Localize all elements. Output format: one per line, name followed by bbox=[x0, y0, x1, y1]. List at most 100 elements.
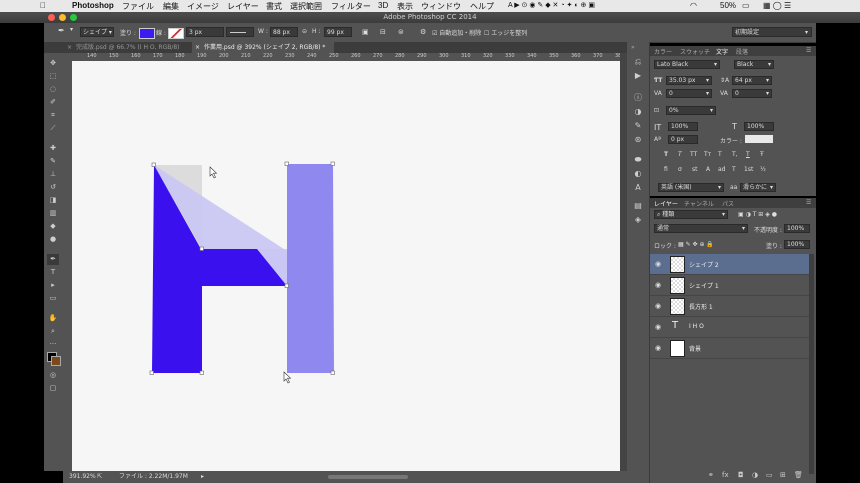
mask-icon[interactable]: ◘ bbox=[738, 471, 744, 479]
menu-edit[interactable]: 編集 bbox=[163, 1, 179, 12]
adjustments-icon[interactable]: ◑ bbox=[632, 106, 644, 117]
path-select-icon[interactable]: ▸ bbox=[47, 280, 59, 291]
screen-mode-icon[interactable]: ▢ bbox=[47, 383, 59, 394]
stamp-icon[interactable]: ⊥ bbox=[47, 169, 59, 180]
actions-icon[interactable]: ▶ bbox=[632, 70, 644, 81]
link-icon[interactable]: ⚭ bbox=[708, 471, 714, 479]
baseline-field[interactable]: 0 px bbox=[668, 135, 698, 144]
hand-icon[interactable]: ✋ bbox=[47, 313, 59, 324]
adjustment-icon[interactable]: ◑ bbox=[752, 471, 758, 479]
more-tools-icon[interactable]: ··· bbox=[47, 339, 59, 350]
blend-mode-select[interactable]: 通常 ▾ bbox=[654, 224, 748, 233]
new-layer-icon[interactable]: ⊞ bbox=[780, 471, 786, 479]
menu-layer[interactable]: レイヤー bbox=[227, 1, 259, 12]
stroke-type-select[interactable] bbox=[226, 27, 254, 37]
canvas-artwork[interactable] bbox=[72, 61, 620, 471]
quick-select-icon[interactable]: ✐ bbox=[47, 97, 59, 108]
layer-name[interactable]: 背景 bbox=[689, 344, 701, 353]
menu-view[interactable]: 表示 bbox=[397, 1, 413, 12]
all-caps-button[interactable]: TT bbox=[690, 151, 697, 158]
battery-icon[interactable]: ▭ bbox=[742, 1, 750, 10]
small-caps-button[interactable]: Tт bbox=[704, 151, 711, 158]
width-field[interactable]: 88 px bbox=[270, 27, 298, 37]
clone-source-icon[interactable]: ⊛ bbox=[632, 134, 644, 145]
healing-icon[interactable]: ✚ bbox=[47, 143, 59, 154]
layer-row-background[interactable]: ◉ 背景 bbox=[650, 338, 809, 359]
text-color-swatch[interactable] bbox=[745, 135, 773, 143]
menu-help[interactable]: ヘルプ bbox=[470, 1, 494, 12]
path-arrangement-icon[interactable]: ⊜ bbox=[398, 28, 404, 36]
layers-icon[interactable]: ▤ bbox=[632, 200, 644, 211]
fill-field[interactable]: 100% bbox=[784, 240, 810, 249]
menu-file[interactable]: ファイル bbox=[122, 1, 154, 12]
opacity-field[interactable]: 100% bbox=[784, 224, 810, 233]
paths-icon[interactable]: ◐ bbox=[632, 168, 644, 179]
workspace-select[interactable]: 初期設定 ▾ bbox=[732, 27, 812, 37]
background-color-swatch[interactable] bbox=[51, 356, 61, 366]
brush-icon[interactable]: ✎ bbox=[47, 156, 59, 167]
link-dimensions-icon[interactable]: ⊝ bbox=[302, 28, 307, 35]
menu-window[interactable]: ウィンドウ bbox=[421, 1, 461, 12]
path-alignment-icon[interactable]: ⊟ bbox=[380, 28, 386, 36]
eye-icon[interactable]: ◉ bbox=[655, 344, 661, 352]
tracking-field[interactable]: 0 ▾ bbox=[732, 89, 772, 98]
layer-row-rectangle1[interactable]: ◉ 長方形 1 bbox=[650, 296, 809, 317]
tab-color[interactable]: カラー bbox=[654, 47, 672, 56]
menubar-extra-icons[interactable]: ▦ ◯ ☰ bbox=[763, 1, 791, 10]
menu-image[interactable]: イメージ bbox=[187, 1, 219, 12]
strikethrough-button[interactable]: Ŧ bbox=[760, 151, 764, 158]
eyedropper-icon[interactable]: ⟋ bbox=[47, 123, 59, 134]
collapse-dock-icon[interactable]: » bbox=[631, 44, 635, 51]
layer-row-shape1[interactable]: ◉ シェイプ 1 bbox=[650, 275, 809, 296]
channels-icon[interactable]: ◈ bbox=[632, 214, 644, 225]
eye-icon[interactable]: ◉ bbox=[655, 302, 661, 310]
stroke-color-swatch[interactable] bbox=[168, 28, 184, 39]
zoom-level[interactable]: 391.92% bbox=[69, 471, 96, 483]
menu-type[interactable]: 書式 bbox=[266, 1, 282, 12]
styles-icon[interactable]: ⬬ bbox=[632, 154, 644, 165]
pen-tool-icon[interactable]: ✒ bbox=[58, 26, 65, 35]
menu-select[interactable]: 選択範囲 bbox=[290, 1, 322, 12]
horizontal-scrollbar[interactable] bbox=[328, 475, 408, 479]
antialias-select[interactable]: 滑らかに ▾ bbox=[740, 183, 776, 192]
tool-preset-dropdown[interactable]: ▾ bbox=[70, 26, 73, 33]
ornaments-button[interactable]: T bbox=[732, 166, 736, 173]
crop-icon[interactable]: ⌗ bbox=[47, 110, 59, 121]
leading-field[interactable]: 64 px ▾ bbox=[732, 76, 772, 85]
faux-italic-button[interactable]: T bbox=[678, 151, 682, 158]
close-tab-icon[interactable]: × bbox=[195, 42, 200, 53]
tab-finished-psd[interactable]: × 完成版.psd @ 66.7% (I H O, RGB/8) bbox=[64, 42, 192, 53]
vertical-scale-field[interactable]: 100% bbox=[668, 122, 698, 131]
vertical-scrollbar[interactable] bbox=[620, 53, 627, 471]
auto-add-checkbox[interactable]: ☑ 自動追加・削除 bbox=[432, 28, 481, 37]
tab-layers[interactable]: レイヤー bbox=[654, 199, 678, 208]
pen-icon[interactable]: ✒ bbox=[47, 254, 59, 265]
path-operations-icon[interactable]: ▣ bbox=[362, 28, 369, 36]
eye-icon[interactable]: ◉ bbox=[655, 260, 661, 268]
subscript-button[interactable]: T, bbox=[732, 151, 738, 158]
fractions-button[interactable]: ½ bbox=[760, 166, 766, 173]
lasso-icon[interactable]: ◌ bbox=[47, 84, 59, 95]
anchor-point[interactable] bbox=[284, 283, 289, 288]
gradient-icon[interactable]: ▥ bbox=[47, 208, 59, 219]
menu-3d[interactable]: 3D bbox=[378, 1, 388, 10]
close-tab-icon[interactable]: × bbox=[67, 42, 72, 53]
canvas-area[interactable] bbox=[72, 61, 620, 471]
history-brush-icon[interactable]: ↺ bbox=[47, 182, 59, 193]
anchor-point[interactable] bbox=[199, 246, 204, 251]
layer-name[interactable]: シェイプ 1 bbox=[689, 281, 719, 290]
panel-menu-icon[interactable]: ☰ bbox=[806, 47, 811, 54]
anchor-point[interactable] bbox=[199, 370, 204, 375]
tab-working-psd[interactable]: × 作業用.psd @ 392% (シェイプ 2, RGB/8) * bbox=[192, 42, 334, 53]
font-size-field[interactable]: 35.03 px ▾ bbox=[666, 76, 712, 85]
tab-swatches[interactable]: スウォッチ bbox=[680, 47, 710, 56]
horizontal-scale-field[interactable]: 100% bbox=[744, 122, 774, 131]
export-icon[interactable]: ⇱ bbox=[97, 471, 102, 483]
anchor-point[interactable] bbox=[149, 370, 154, 375]
height-field[interactable]: 99 px bbox=[324, 27, 352, 37]
font-family-select[interactable]: Lato Black ▾ bbox=[654, 60, 720, 69]
rectangle-icon[interactable]: ▭ bbox=[47, 293, 59, 304]
character-icon[interactable]: A bbox=[632, 182, 644, 193]
layer-filter-icons[interactable]: ▣ ◑ T ⊞ ◈ ● bbox=[738, 211, 777, 218]
anchor-point[interactable] bbox=[151, 162, 156, 167]
